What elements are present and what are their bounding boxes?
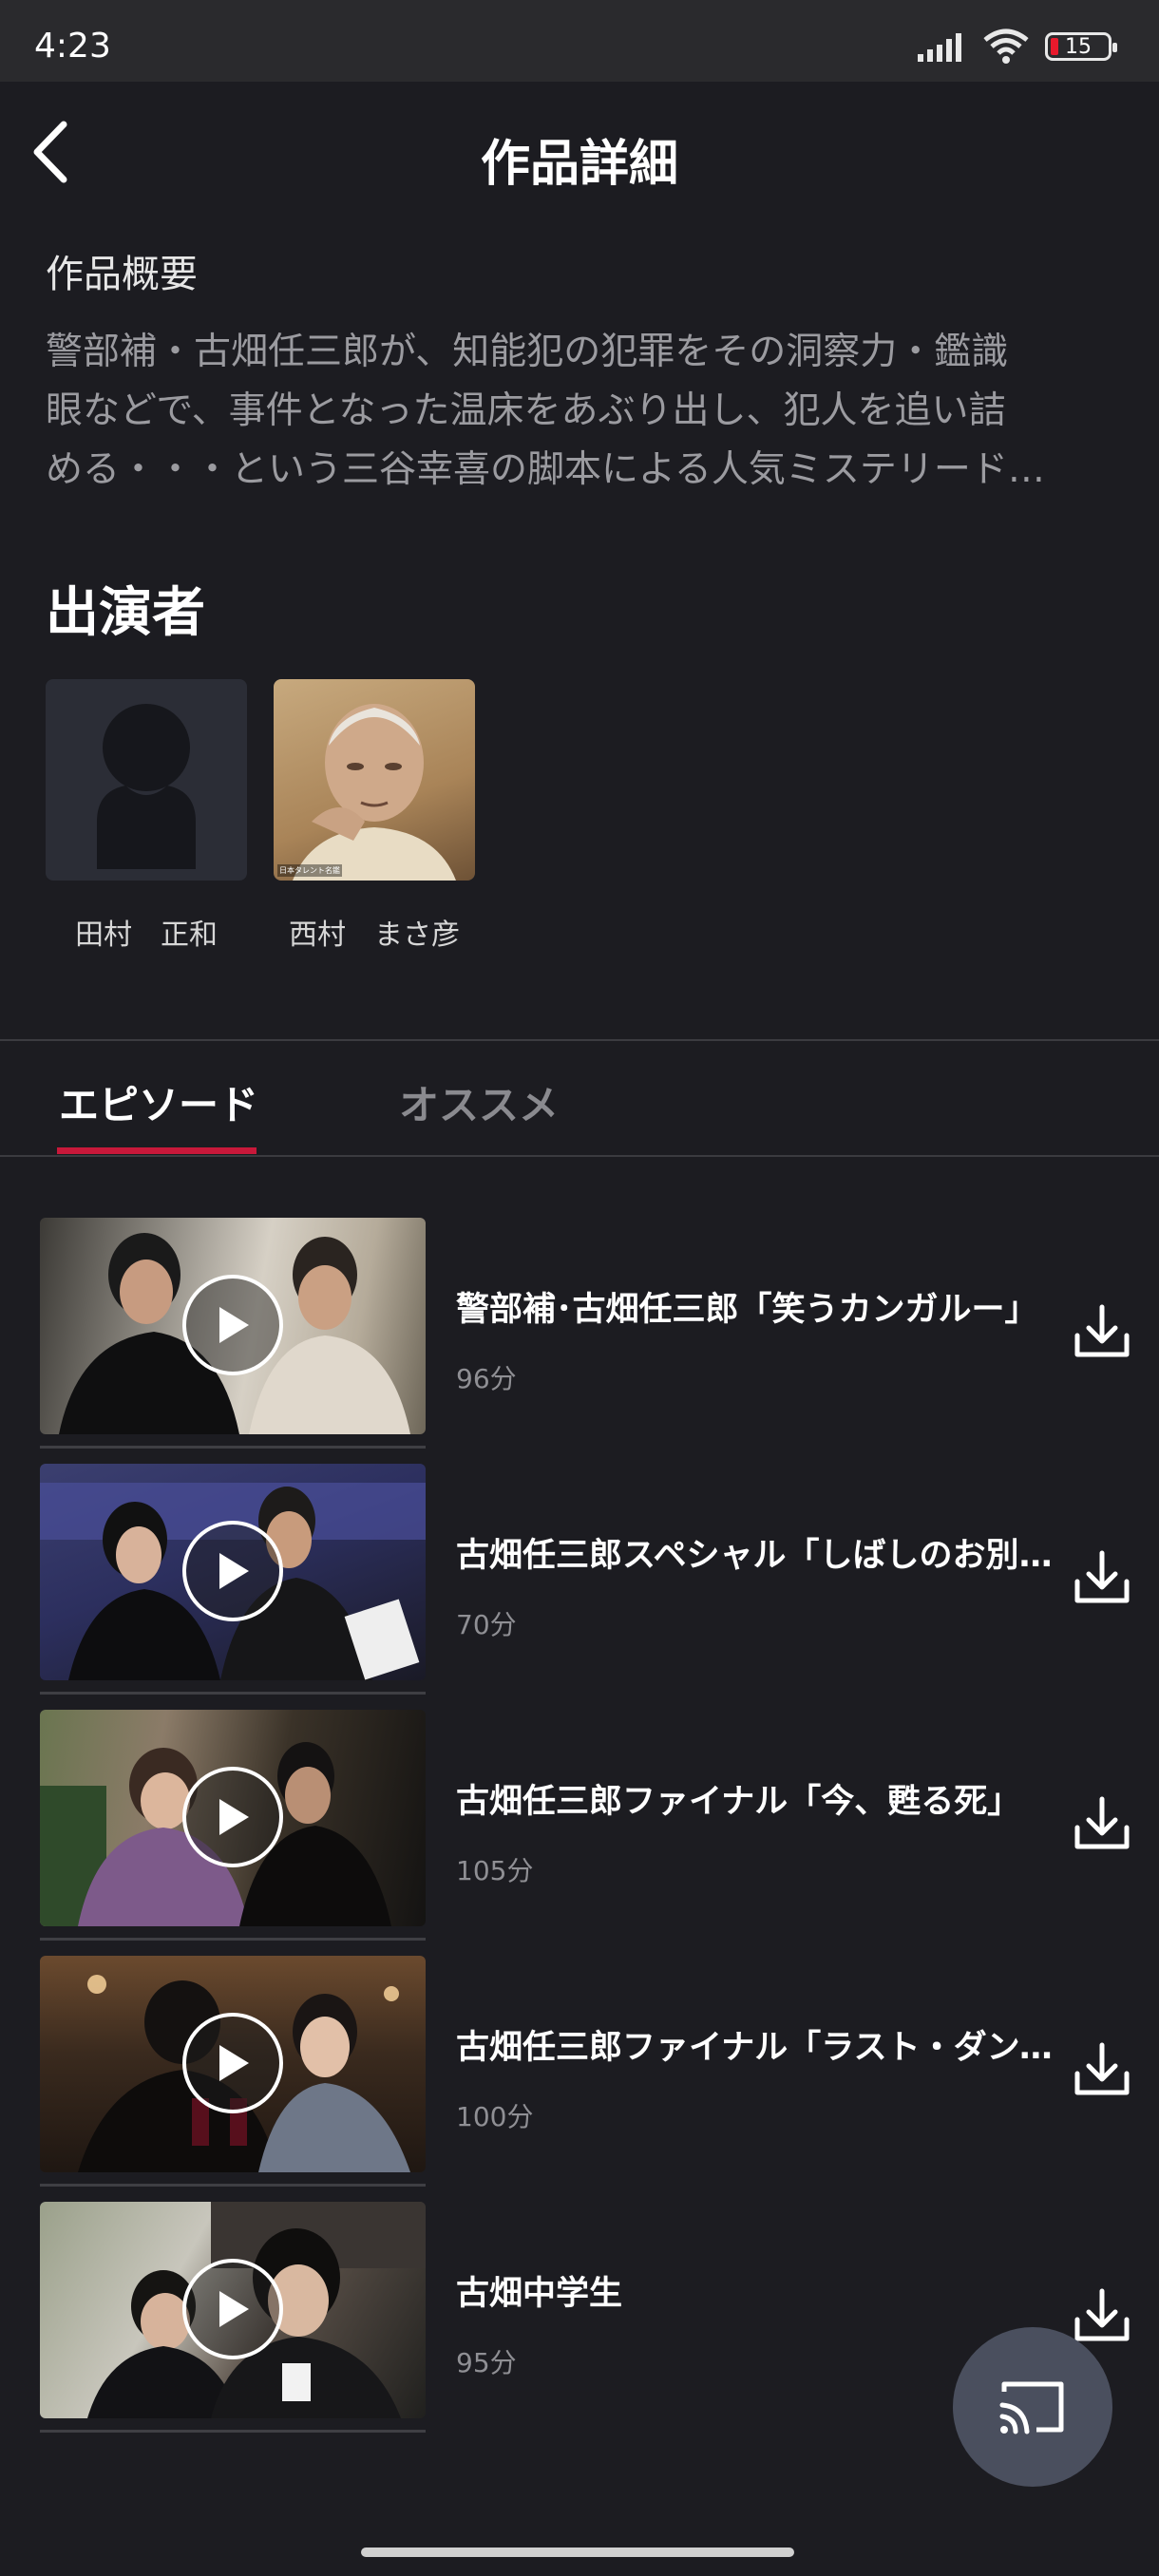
download-icon: [1074, 2288, 1130, 2341]
download-icon: [1074, 1550, 1130, 1603]
play-icon: [219, 1553, 249, 1589]
episode-row[interactable]: 警部補･古畑任三郎「笑うカンガルー」 96分: [40, 1218, 1132, 1449]
cast-portrait: [293, 704, 456, 881]
summary-line: 眼などで、事件となった温床をあぶり出し、犯人を追い詰: [46, 389, 1006, 432]
play-icon: [219, 1799, 249, 1835]
active-tab-indicator: [57, 1147, 256, 1154]
summary-heading: 作品概要: [46, 253, 198, 296]
play-button[interactable]: [182, 1521, 283, 1621]
episode-duration: 105分: [456, 1855, 534, 1886]
download-button[interactable]: [1072, 2039, 1132, 2100]
thumbnail-divider: [40, 1446, 426, 1449]
summary-line: 警部補・古畑任三郎が、知能犯の犯罪をその洞察力・鑑識: [46, 331, 1009, 373]
thumbnail-divider: [40, 1938, 426, 1941]
play-button[interactable]: [182, 1275, 283, 1375]
episode-title: 古畑任三郎スペシャル「しばしのお別れ」: [456, 1537, 1064, 1575]
cast-photo: 日本タレント名鑑: [274, 679, 475, 881]
cast-heading: 出演者: [46, 582, 205, 644]
episode-thumbnail[interactable]: [40, 1218, 426, 1434]
episode-row[interactable]: 古畑任三郎ファイナル「ラスト・ダンス」 100分: [40, 1956, 1132, 2187]
battery-low-indicator: [1051, 38, 1058, 55]
episode-title: 古畑任三郎ファイナル「ラスト・ダンス」: [456, 2029, 1064, 2067]
play-icon: [219, 2291, 249, 2327]
person-silhouette-icon: [97, 704, 196, 869]
download-icon: [1074, 1796, 1130, 1849]
cast-member-name: 西村 まさ彦: [289, 919, 460, 952]
play-icon: [219, 1307, 249, 1343]
page-title: 作品詳細: [480, 136, 678, 193]
battery-icon: 15: [1045, 32, 1117, 61]
cast-photo-placeholder: [46, 679, 247, 881]
signal-icon: [918, 33, 961, 62]
play-icon: [219, 2045, 249, 2081]
episode-title: 古畑任三郎ファイナル「今、甦る死」: [456, 1783, 1021, 1821]
episode-title: 古畑中学生: [456, 2275, 623, 2313]
cast-icon: [999, 2381, 1064, 2434]
download-icon: [1074, 1304, 1130, 1357]
play-button[interactable]: [182, 1767, 283, 1867]
download-button[interactable]: [1072, 1547, 1132, 1608]
episode-row[interactable]: 古畑任三郎ファイナル「今、甦る死」 105分: [40, 1710, 1132, 1941]
episode-thumbnail[interactable]: [40, 1710, 426, 1926]
thumbnail-divider: [40, 1692, 426, 1695]
episode-title: 警部補･古畑任三郎「笑うカンガルー」: [456, 1291, 1038, 1329]
episode-thumbnail[interactable]: [40, 2202, 426, 2418]
cast-button[interactable]: [953, 2327, 1112, 2487]
episode-duration: 96分: [456, 1363, 517, 1394]
status-bar: 4:23 15: [0, 0, 1159, 82]
download-button[interactable]: [1072, 2285, 1132, 2346]
episode-duration: 100分: [456, 2101, 534, 2132]
cast-member-card[interactable]: 日本タレント名鑑 西村 まさ彦: [274, 679, 475, 953]
status-time: 4:23: [34, 27, 111, 66]
summary-text[interactable]: 警部補・古畑任三郎が、知能犯の犯罪をその洞察力・鑑識 眼などで、事件となった温床…: [46, 323, 1110, 500]
cast-member-card[interactable]: 田村 正和: [46, 679, 247, 953]
home-indicator[interactable]: [361, 2548, 794, 2557]
tab-recommended[interactable]: オススメ: [399, 1073, 559, 1131]
play-button[interactable]: [182, 2259, 283, 2359]
episode-thumbnail[interactable]: [40, 1956, 426, 2172]
wifi-icon: [983, 28, 1029, 64]
download-button[interactable]: [1072, 1301, 1132, 1362]
play-button[interactable]: [182, 2013, 283, 2113]
tabs-top-divider: [0, 1039, 1159, 1041]
battery-level: 15: [1065, 34, 1092, 59]
episode-row[interactable]: 古畑任三郎スペシャル「しばしのお別れ」 70分: [40, 1464, 1132, 1695]
episode-thumbnail[interactable]: [40, 1464, 426, 1680]
summary-line: める・・・という三谷幸喜の脚本による人気ミステリード…: [46, 448, 1045, 491]
tabs-bottom-divider: [0, 1155, 1159, 1157]
thumbnail-divider: [40, 2184, 426, 2187]
cast-photo-credit: 日本タレント名鑑: [277, 864, 342, 877]
download-icon: [1074, 2042, 1130, 2095]
cast-member-name: 田村 正和: [75, 919, 218, 952]
episode-duration: 70分: [456, 1609, 517, 1640]
tab-episodes[interactable]: エピソード: [59, 1073, 258, 1131]
download-button[interactable]: [1072, 1793, 1132, 1854]
status-icons: 15: [916, 28, 1117, 65]
episode-duration: 95分: [456, 2347, 517, 2378]
thumbnail-divider: [40, 2430, 426, 2433]
